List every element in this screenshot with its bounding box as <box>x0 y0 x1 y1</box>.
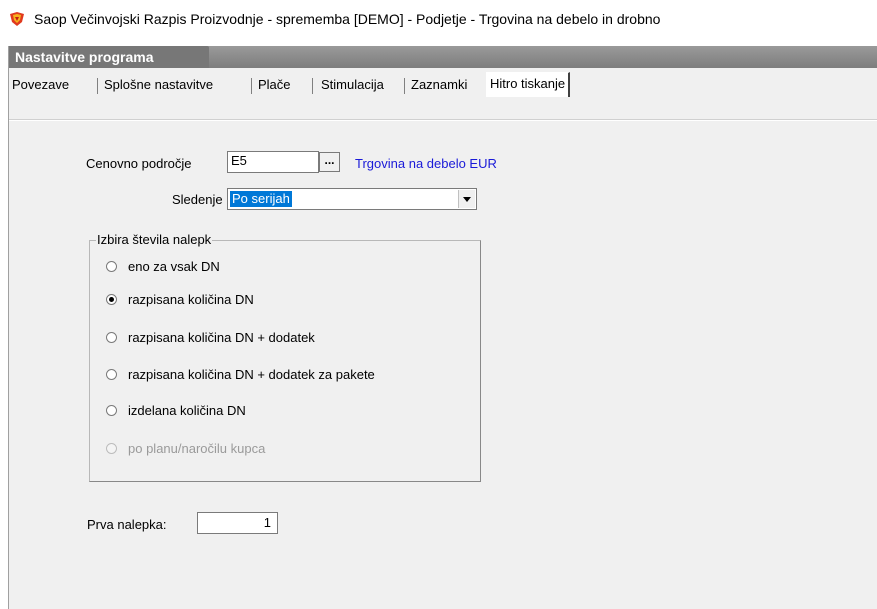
tab-hitro-tiskanje[interactable]: Hitro tiskanje <box>486 72 571 97</box>
price-area-label: Cenovno področje <box>86 156 192 171</box>
tab-povezave[interactable]: Povezave <box>9 76 72 96</box>
radio-label: eno za vsak DN <box>128 259 220 274</box>
radio-button-checked[interactable] <box>106 294 117 305</box>
radio-button[interactable] <box>106 261 117 272</box>
price-area-input[interactable]: E5 <box>227 151 319 173</box>
panel-header-tab: Nastavitve programa <box>9 46 209 68</box>
window-titlebar: Saop Večinvojski Razpis Proizvodnje - sp… <box>0 0 877 38</box>
radio-button[interactable] <box>106 332 117 343</box>
panel-title: Nastavitve programa <box>15 49 154 65</box>
window-title: Saop Večinvojski Razpis Proizvodnje - sp… <box>34 11 661 27</box>
tab-separator <box>312 78 313 94</box>
tab-splosne-nastavitve[interactable]: Splošne nastavitve <box>101 76 216 96</box>
radio-label: po planu/naročilu kupca <box>128 441 266 456</box>
radio-button[interactable] <box>106 405 117 416</box>
tab-separator <box>404 78 405 94</box>
radio-label: razpisana količina DN + dodatek za paket… <box>128 367 375 382</box>
price-area-browse-button[interactable]: ... <box>319 152 340 172</box>
radio-button-disabled <box>106 443 117 454</box>
radio-button[interactable] <box>106 369 117 380</box>
chevron-down-icon[interactable] <box>458 190 475 208</box>
label-count-group-title: Izbira števila nalepk <box>96 232 213 247</box>
first-label-label: Prva nalepka: <box>87 517 167 532</box>
first-label-input[interactable]: 1 <box>197 512 278 534</box>
saop-app-icon <box>10 12 24 26</box>
tab-strip: Povezave Splošne nastavitve Plače Stimul… <box>9 72 877 97</box>
radio-label: razpisana količina DN <box>128 292 254 307</box>
radio-label: razpisana količina DN + dodatek <box>128 330 315 345</box>
tab-stimulacija[interactable]: Stimulacija <box>318 76 387 96</box>
panel-header: Nastavitve programa <box>9 46 877 68</box>
tracking-select[interactable]: Po serijah <box>227 188 477 210</box>
tracking-selected-value: Po serijah <box>230 191 292 207</box>
radio-label: izdelana količina DN <box>128 403 246 418</box>
price-area-description: Trgovina na debelo EUR <box>355 156 497 171</box>
tab-separator <box>97 78 98 94</box>
tab-separator <box>251 78 252 94</box>
tracking-label: Sledenje <box>172 192 223 207</box>
settings-panel: Nastavitve programa Povezave Splošne nas… <box>8 46 877 609</box>
tab-zaznamki[interactable]: Zaznamki <box>408 76 470 96</box>
tab-divider-highlight <box>9 120 877 121</box>
tab-place[interactable]: Plače <box>255 76 294 96</box>
